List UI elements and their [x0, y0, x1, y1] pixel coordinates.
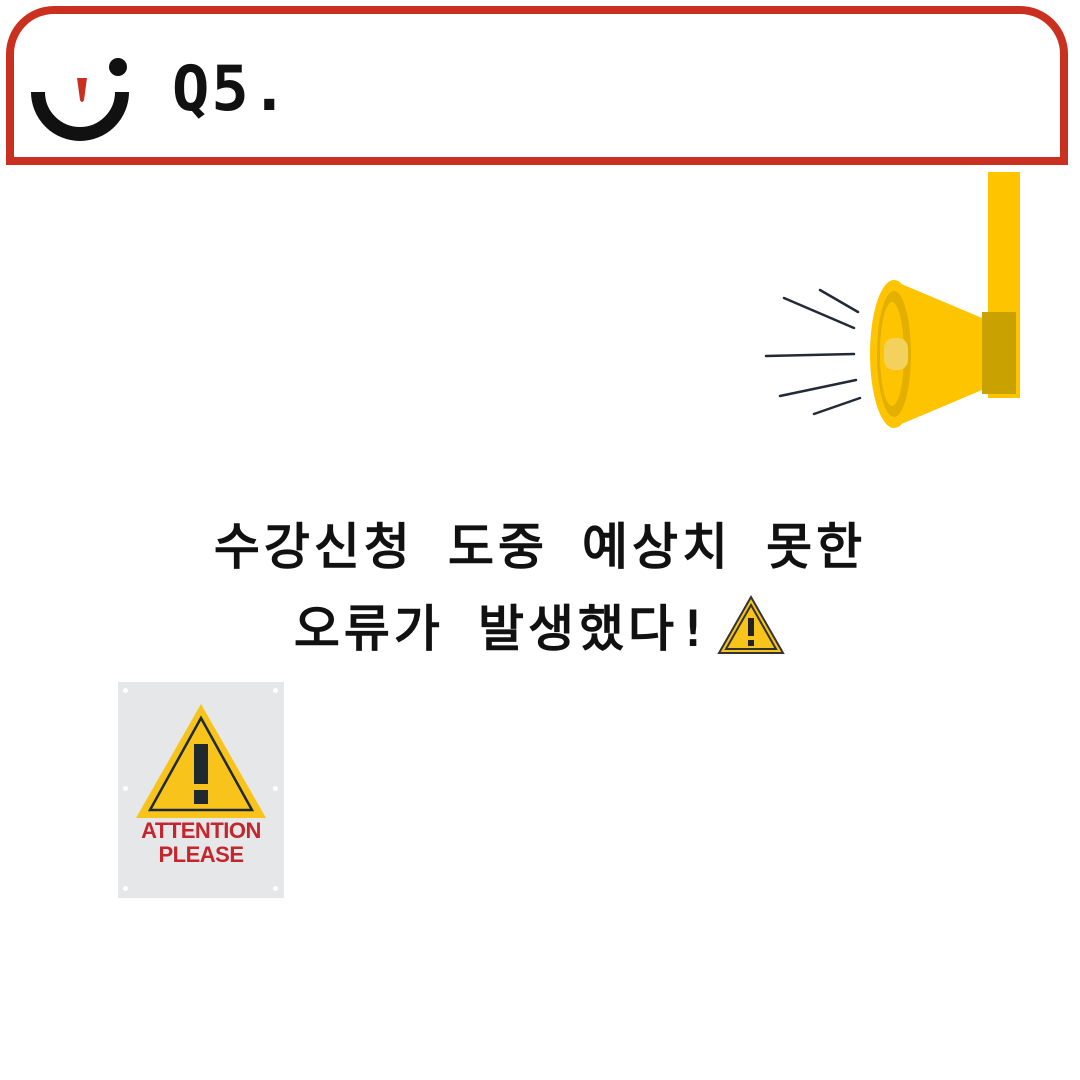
warning-triangle-icon — [136, 704, 266, 818]
sign-screw — [123, 786, 128, 791]
header-bar — [6, 6, 1068, 165]
error-message-line-2: 오류가 발생했다! — [0, 594, 1080, 656]
megaphone-icon — [764, 172, 1020, 428]
sign-screw — [273, 786, 278, 791]
error-message-text: 오류가 발생했다! — [293, 600, 713, 658]
sign-screw — [123, 688, 128, 693]
attention-sign: ATTENTION PLEASE — [118, 682, 284, 898]
sign-screw — [273, 688, 278, 693]
error-message-text: 수강신청 도중 예상치 못한 — [213, 518, 867, 576]
sign-screw — [273, 886, 278, 891]
sign-text-please: PLEASE — [158, 842, 244, 867]
warning-triangle-icon — [717, 594, 785, 654]
sign-text-attention: ATTENTION — [141, 818, 261, 843]
error-message-line-1: 수강신청 도중 예상치 못한 — [0, 522, 1080, 572]
smile-logo-icon — [31, 58, 129, 141]
sign-screw — [123, 886, 128, 891]
question-label: Q5. — [172, 52, 290, 125]
